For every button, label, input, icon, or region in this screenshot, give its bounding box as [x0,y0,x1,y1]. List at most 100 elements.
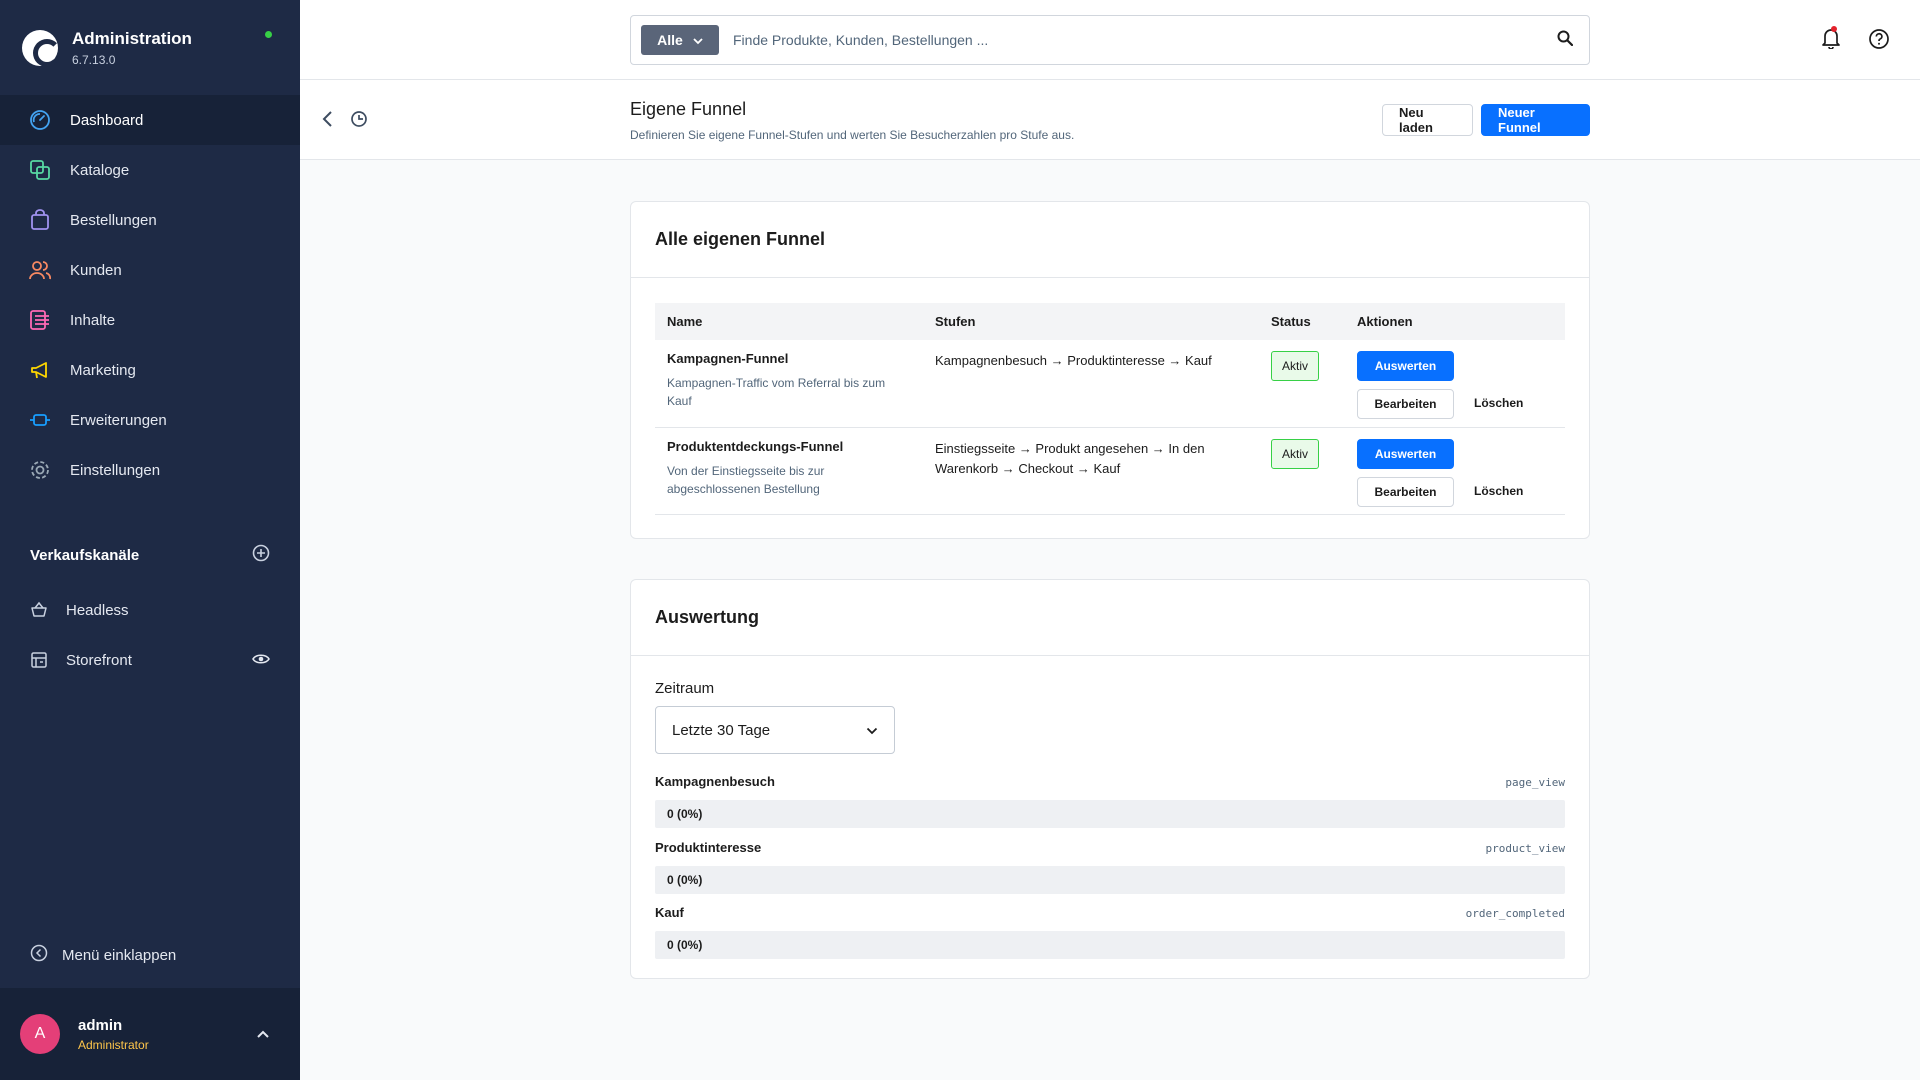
funnel-stage: Produktinteresse product_view 0 (0%) [655,840,1565,894]
edit-button[interactable]: Bearbeiten [1357,476,1454,507]
period-label: Zeitraum [655,680,715,697]
brand: Administration 6.7.13.0 [0,0,300,95]
evaluate-button[interactable]: Auswerten [1357,351,1454,381]
delete-button[interactable]: Löschen [1474,396,1523,410]
page-title: Eigene Funnel [630,99,747,119]
basket-icon [28,599,50,621]
stage-value: 0 (0%) [667,807,703,821]
stage-bar: 0 (0%) [655,800,1565,828]
edit-button[interactable]: Bearbeiten [1357,389,1454,419]
sales-channel-label: Headless [66,601,129,619]
sidebar-item-catalogues[interactable]: Kataloge [0,145,300,195]
funnel-description: Kampagnen-Traffic vom Referral bis zum K… [667,376,886,408]
sidebar-item-content[interactable]: Inhalte [0,295,300,345]
row-actions: Auswerten Bearbeiten Löschen [1357,438,1527,507]
search-input[interactable] [733,32,1557,48]
evaluation-card-title: Auswertung [631,580,1589,656]
bag-icon [28,208,52,232]
search-icon[interactable] [1557,30,1574,51]
sidebar-item-marketing[interactable]: Marketing [0,345,300,395]
eye-icon[interactable] [252,652,270,670]
page-subtitle: Definieren Sie eigene Funnel-Stufen und … [630,128,1075,142]
sidebar-item-label: Kataloge [70,161,130,179]
collapse-menu-button[interactable]: Menü einklappen [0,935,300,975]
chevron-down-icon [693,32,703,48]
funnel-description: Von der Einstiegsseite bis zur abgeschlo… [667,463,825,496]
sidebar-item-label: Einstellungen [70,461,161,479]
sidebar-item-label: Bestellungen [70,211,157,229]
megaphone-icon [28,358,52,382]
gear-icon [28,458,52,482]
extensions-icon [28,408,52,432]
funnel-steps: Einstiegsseite → Produkt angesehen → In … [935,440,1205,476]
search-type-dropdown[interactable]: Alle [641,25,719,55]
sidebar-item-label: Kunden [70,261,122,279]
sales-channel-storefront[interactable]: Storefront [0,635,300,685]
help-icon[interactable] [1868,28,1890,55]
notification-badge [1831,26,1837,32]
stage-value: 0 (0%) [667,938,703,952]
user-menu[interactable]: A admin Administrator [0,988,300,1080]
sidebar-item-orders[interactable]: Bestellungen [0,195,300,245]
sales-channel-headless[interactable]: Headless [0,585,300,635]
period-value: Letzte 30 Tage [672,721,771,739]
funnel-steps: Kampagnenbesuch → Produktinteresse → Kau… [935,353,1212,368]
chevron-down-icon [866,722,878,739]
shopware-logo [22,29,61,67]
add-sales-channel-icon[interactable] [252,544,270,566]
column-header-steps: Stufen [923,303,1259,340]
delete-button[interactable]: Löschen [1474,484,1523,498]
page-header: Eigene Funnel Definieren Sie eigene Funn… [300,80,1920,160]
stage-bar: 0 (0%) [655,866,1565,894]
stage-bar: 0 (0%) [655,931,1565,959]
table-row: Produktentdeckungs-Funnel Von der Einsti… [655,427,1565,515]
row-actions: Auswerten Bearbeiten Löschen [1357,351,1527,419]
evaluation-card: Auswertung Zeitraum Letzte 30 Tage Kampa… [630,579,1590,979]
app-version: 6.7.13.0 [72,52,116,67]
table-row: Kampagnen-Funnel Kampagnen-Traffic vom R… [655,340,1565,428]
stage-name: Produktinteresse [655,840,762,855]
history-icon[interactable] [350,110,368,133]
evaluate-button[interactable]: Auswerten [1357,438,1454,469]
app-title: Administration [72,28,192,48]
funnels-card-title: Alle eigenen Funnel [631,202,1589,278]
sidebar-item-label: Marketing [70,361,136,379]
sales-channels-title: Verkaufskanäle [30,546,140,564]
status-badge: Aktiv [1271,351,1320,381]
stage-value: 0 (0%) [667,873,703,887]
chevron-up-icon[interactable] [256,1026,270,1044]
catalogue-icon [28,158,52,182]
funnels-card: Alle eigenen Funnel Name Stufen Status A… [630,201,1590,539]
column-header-status: Status [1259,303,1345,340]
sidebar-item-dashboard[interactable]: Dashboard [0,95,300,145]
sidebar-item-label: Dashboard [70,111,144,129]
status-dot [265,31,272,38]
back-arrow-icon[interactable] [320,110,336,133]
sidebar-item-label: Inhalte [70,311,116,329]
table-header-row: Name Stufen Status Aktionen [655,303,1565,340]
sidebar-item-customers[interactable]: Kunden [0,245,300,295]
period-select[interactable]: Letzte 30 Tage [655,706,895,754]
column-header-name: Name [655,303,923,340]
sidebar-item-settings[interactable]: Einstellungen [0,445,300,495]
column-header-actions: Aktionen [1345,303,1565,340]
sidebar-item-extensions[interactable]: Erweiterungen [0,395,300,445]
storefront-icon [28,649,50,671]
stage-event: page_view [1505,776,1565,789]
avatar: A [20,1014,60,1054]
user-role: Administrator [78,1037,149,1052]
sidebar: Administration 6.7.13.0 Dashboard Katalo… [0,0,300,1080]
new-funnel-button[interactable]: Neuer Funnel [1481,104,1590,136]
customers-icon [28,258,52,282]
stage-name: Kauf [655,905,684,920]
reload-button[interactable]: Neu laden [1382,104,1473,136]
content-icon [28,308,52,332]
dashboard-icon [28,108,52,132]
search-type-label: Alle [657,32,683,48]
sales-channel-label: Storefront [66,651,132,669]
funnel-name: Kampagnen-Funnel [667,351,789,366]
stage-event: product_view [1485,842,1565,855]
funnel-name: Produktentdeckungs-Funnel [667,438,844,454]
sales-channels-header: Verkaufskanäle [0,525,300,585]
top-bar: Alle [300,0,1920,80]
